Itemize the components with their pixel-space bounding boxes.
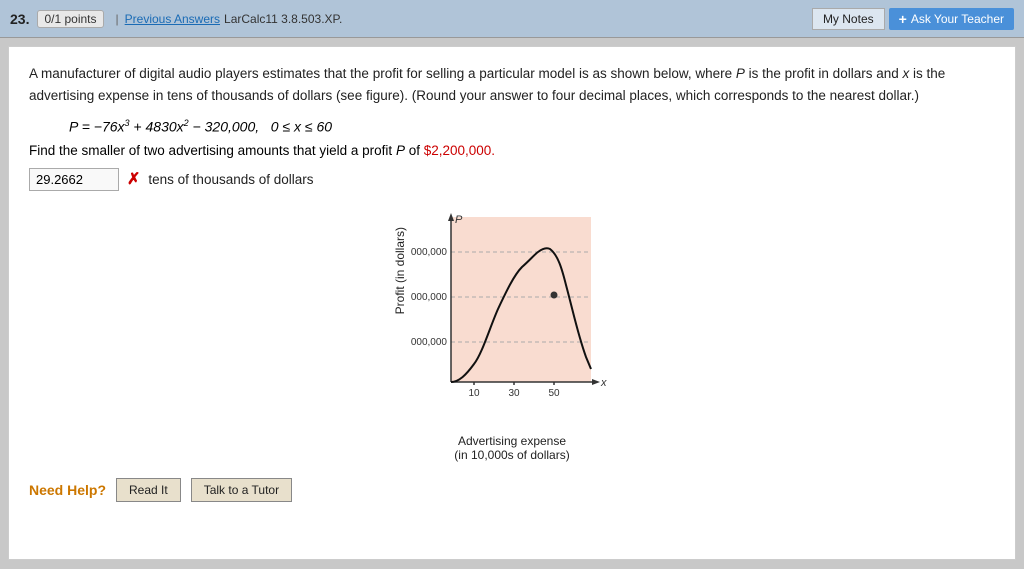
header-right: My Notes + Ask Your Teacher (812, 8, 1014, 30)
chart-wrapper: Profit (in dollars) (393, 207, 631, 462)
y-axis-label: Profit (in dollars) (393, 227, 407, 314)
svg-text:1,000,000: 1,000,000 (411, 337, 447, 348)
profit-value: $2,200,000. (424, 143, 495, 158)
question-number: 23. (10, 11, 29, 27)
plus-icon: + (899, 11, 907, 27)
x-axis-label: Advertising expense (in 10,000s of dolla… (454, 434, 569, 462)
problem-description: A manufacturer of digital audio players … (29, 63, 995, 106)
x-axis-label-line1: Advertising expense (458, 434, 566, 448)
chart-inner: Profit (in dollars) (393, 207, 631, 430)
chart-svg-area: 3,000,000 2,000,000 1,000,000 10 30 50 x (411, 207, 631, 430)
chart-svg: 3,000,000 2,000,000 1,000,000 10 30 50 x (411, 207, 631, 427)
previous-answers-link[interactable]: Previous Answers (125, 12, 220, 26)
svg-text:x: x (600, 377, 607, 389)
wrong-mark-icon: ✗ (127, 169, 140, 189)
svg-text:50: 50 (548, 388, 560, 399)
x-axis-label-line2: (in 10,000s of dollars) (454, 448, 569, 462)
read-it-button[interactable]: Read It (116, 478, 181, 502)
separator: | (116, 12, 119, 26)
chart-container: Profit (in dollars) (29, 207, 995, 462)
ask-teacher-button[interactable]: + Ask Your Teacher (889, 8, 1014, 30)
units-text: tens of thousands of dollars (148, 172, 313, 187)
answer-row: ✗ tens of thousands of dollars (29, 168, 995, 191)
ask-teacher-label: Ask Your Teacher (911, 12, 1004, 26)
find-text: Find the smaller of two advertising amou… (29, 143, 995, 158)
main-content: A manufacturer of digital audio players … (8, 46, 1016, 560)
my-notes-button[interactable]: My Notes (812, 8, 885, 30)
svg-text:30: 30 (508, 388, 520, 399)
need-help-label: Need Help? (29, 482, 106, 498)
header-bar: 23. 0/1 points | Previous Answers LarCal… (0, 0, 1024, 38)
answer-input[interactable] (29, 168, 119, 191)
talk-to-tutor-button[interactable]: Talk to a Tutor (191, 478, 292, 502)
svg-text:3,000,000: 3,000,000 (411, 247, 447, 258)
formula-display: P = −76x3 + 4830x2 − 320,000, 0 ≤ x ≤ 60 (69, 118, 995, 135)
course-code: LarCalc11 3.8.503.XP. (224, 12, 342, 26)
points-badge: 0/1 points (37, 10, 103, 28)
svg-text:P: P (455, 214, 463, 226)
help-section: Need Help? Read It Talk to a Tutor (29, 478, 995, 502)
svg-text:2,000,000: 2,000,000 (411, 292, 447, 303)
svg-text:10: 10 (468, 388, 480, 399)
